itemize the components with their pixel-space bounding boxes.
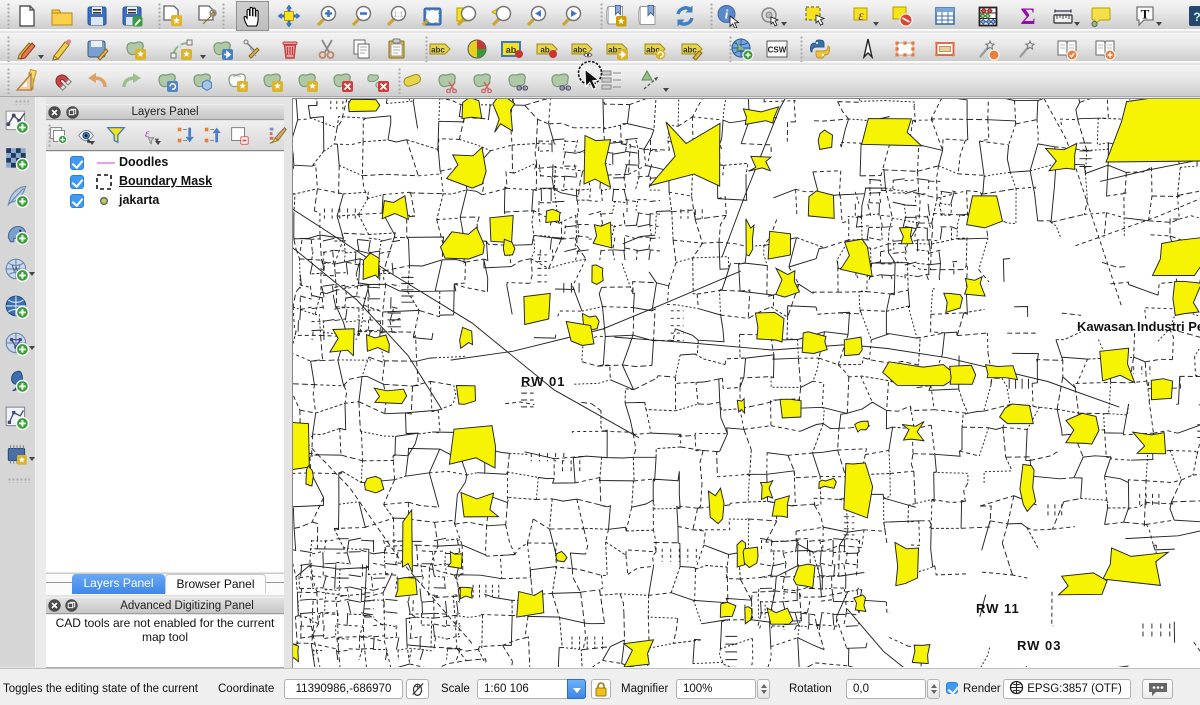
svg-text:RW 11: RW 11 [976, 601, 1020, 616]
svg-text:RW 03: RW 03 [1017, 638, 1062, 653]
svg-text:i: i [725, 7, 729, 22]
svg-text:ε: ε [858, 9, 864, 24]
svg-text:Kawasan Industri Pe: Kawasan Industri Pe [1077, 319, 1200, 334]
svg-text:RW 01: RW 01 [521, 374, 566, 389]
svg-text:abc: abc [431, 46, 445, 55]
svg-text:abc: abc [573, 46, 587, 55]
svg-text:Σ: Σ [1020, 4, 1035, 28]
svg-text:abc: abc [683, 46, 697, 55]
svg-text:1:1: 1:1 [394, 12, 404, 19]
svg-text:T: T [1141, 7, 1150, 22]
svg-text:?: ? [1193, 10, 1200, 24]
svg-text:CSW: CSW [768, 46, 787, 55]
svg-text:ab: ab [540, 46, 549, 55]
